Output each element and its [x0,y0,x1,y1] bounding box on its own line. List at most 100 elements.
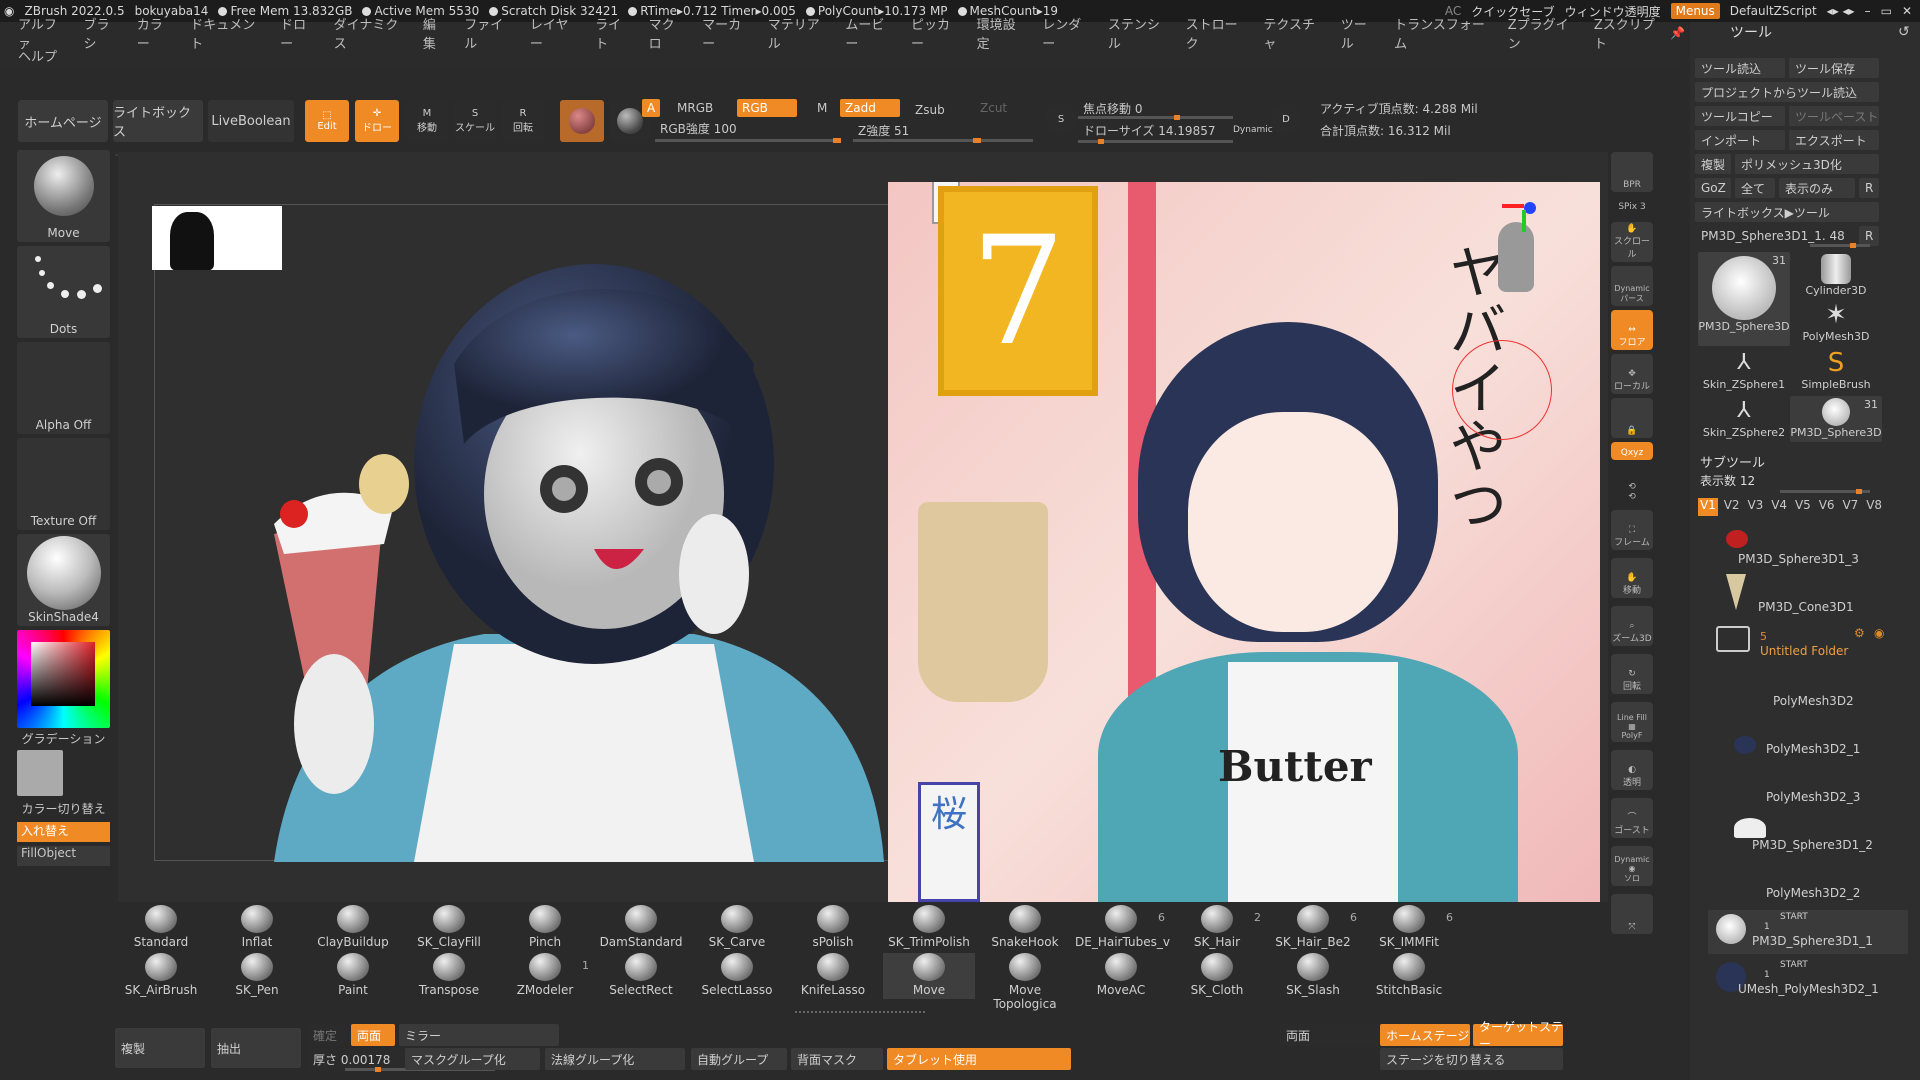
fillobject-button[interactable]: FillObject [17,846,110,866]
menu-item-6[interactable]: 編集 [423,14,447,52]
lightbox-button[interactable]: ライトボックス [113,100,203,142]
brush-sk-hair-be2[interactable]: SK_Hair_Be2 6 [1267,905,1359,951]
solo-button[interactable]: Dynamic ◉ ソロ [1611,846,1653,886]
menu-item-7[interactable]: ファイル [464,14,513,52]
rotate-small-icon[interactable]: ⟲ ⟲ [1611,466,1653,504]
menu-item-17[interactable]: ステンシル [1108,14,1169,52]
brush-sk-airbrush[interactable]: SK_AirBrush [115,953,207,999]
brush-standard[interactable]: Standard [115,905,207,951]
version-tab-v3[interactable]: V3 [1746,498,1766,516]
scroll-button[interactable]: ✋ スクロール [1611,222,1653,262]
brush-selectlasso[interactable]: SelectLasso [691,953,783,999]
brush-zmodeler[interactable]: ZModeler 1 [499,953,591,999]
version-tab-v4[interactable]: V4 [1769,498,1789,516]
export-button[interactable]: エクスポート [1789,130,1879,150]
menu-item-11[interactable]: マーカー [702,14,751,52]
liveboolean-button[interactable]: LiveBoolean [208,100,294,142]
brush-sk-cloth[interactable]: SK_Cloth [1171,953,1263,999]
rotate-view-button[interactable]: ↻ 回転 [1611,654,1653,694]
menus-button[interactable]: Menus [1670,3,1720,19]
subtool-item[interactable]: PM3D_Cone3D1 [1708,574,1908,622]
tool-thumb-3[interactable]: ⅄ Skin_ZSphere1 [1698,348,1790,394]
brush-sk-carve[interactable]: SK_Carve [691,905,783,951]
goz-r-button[interactable]: R [1859,178,1879,198]
brush-move[interactable]: Move [883,953,975,999]
menu-item-16[interactable]: レンダー [1042,14,1091,52]
default-zscript-button[interactable]: DefaultZScript [1730,4,1817,18]
edit-button[interactable]: ⬚ Edit [305,100,349,142]
normal-group-button[interactable]: 法線グループ化 [545,1048,685,1070]
import-button[interactable]: インポート [1695,130,1785,150]
draw-size-slider[interactable] [1078,139,1233,144]
menu-item-18[interactable]: ストローク [1186,14,1247,52]
brush-pinch[interactable]: Pinch [499,905,591,951]
material-sphere-icon[interactable] [560,100,604,142]
subtool-item[interactable]: PM3D_Sphere3D1_3 [1708,530,1908,574]
xpose-button[interactable]: ⤧ [1611,894,1653,934]
texture-thumbnail[interactable]: Texture Off [17,438,110,530]
bpr-button[interactable]: BPR [1611,152,1653,192]
brush-transpose[interactable]: Transpose [403,953,495,999]
orientation-gizmo[interactable] [1488,192,1548,302]
copy-tool-button[interactable]: ツールコピー [1695,106,1785,126]
homepage-button[interactable]: ホームページ [18,100,108,142]
eye-icon[interactable]: ◉ [1874,626,1884,640]
brush-snakehook[interactable]: SnakeHook [979,905,1071,951]
menu-item-20[interactable]: ツール [1341,14,1377,52]
menu-item-14[interactable]: ピッカー [911,14,960,52]
sculpt-model[interactable] [154,204,1009,862]
focal-s-icon[interactable]: S [1045,103,1077,135]
menu-help[interactable]: ヘルプ [18,46,57,65]
zoom3d-button[interactable]: ⌕ ズーム3D [1611,606,1653,646]
menu-item-8[interactable]: レイヤー [530,14,578,52]
tool-thumb-0[interactable]: PM3D_Sphere3D 31 [1698,252,1790,346]
goz-button[interactable]: GoZ [1695,178,1731,198]
refresh-icon[interactable]: ↺ [1898,24,1910,40]
tool-thumb-1[interactable]: Cylinder3D [1790,252,1882,298]
primary-color-swatch[interactable] [17,750,63,796]
brush-knifelasso[interactable]: KnifeLasso [787,953,879,999]
clone-subtool-button[interactable]: 複製 [115,1028,205,1068]
subtool-folder[interactable]: 5 Untitled Folder ⚙ ◉ [1708,626,1908,670]
subtool-item[interactable]: PolyMesh3D2_3 [1708,770,1908,814]
mrgb-button[interactable]: MRGB [672,99,718,117]
subtool-item[interactable]: START 1 UMesh_PolyMesh3D2_1 [1708,958,1908,1002]
target-stage-button[interactable]: ターゲットステー [1473,1020,1563,1051]
alpha-thumbnail[interactable]: Alpha Off [17,342,110,434]
menu-item-4[interactable]: ドロー [280,14,316,52]
zsub-button[interactable]: Zsub [910,101,950,119]
brush-moveac[interactable]: MoveAC [1075,953,1167,999]
ghost-button[interactable]: ⌒ ゴースト [1611,798,1653,838]
menu-item-23[interactable]: Zスクリプト [1594,14,1663,52]
tablet-button[interactable]: タブレット使用 [887,1048,1071,1070]
floor-button[interactable]: ⇔ フロア [1611,310,1653,350]
maximize-icon[interactable]: ▭ [1881,4,1892,18]
menu-item-12[interactable]: マテリアル [768,14,829,52]
subtool-item[interactable]: PolyMesh3D2 [1708,674,1908,718]
linefill-button[interactable]: Line Fill ▦ PolyF [1611,702,1653,742]
subtool-item-selected[interactable]: START 1 PM3D_Sphere3D1_1 [1708,910,1908,954]
brush-spolish[interactable]: sPolish [787,905,879,951]
draw-button[interactable]: ✛ ドロー [355,100,399,142]
back-mask-button[interactable]: 背面マスク [791,1048,883,1070]
home-stage-button[interactable]: ホームステージ [1380,1024,1470,1046]
color-picker-square[interactable] [31,642,95,706]
menu-item-19[interactable]: テクスチャ [1263,14,1323,52]
current-tool-label[interactable]: PM3D_Sphere3D1_1. 48 [1695,226,1855,246]
subtool-item[interactable]: PolyMesh3D2_1 [1708,722,1908,766]
brush-claybuildup[interactable]: ClayBuildup [307,905,399,951]
perspective-button[interactable]: Dynamic パース [1611,266,1653,306]
version-tab-v8[interactable]: V8 [1864,498,1884,516]
brush-sk-slash[interactable]: SK_Slash [1267,953,1359,999]
version-tab-v7[interactable]: V7 [1841,498,1861,516]
brush-sk-clayfill[interactable]: SK_ClayFill [403,905,495,951]
brush-sk-trimpolish[interactable]: SK_TrimPolish [883,905,975,951]
canvas-viewport[interactable]: 7 ヤバイやつ Butter 桜 [118,152,1608,902]
mirror-button[interactable]: ミラー [399,1024,559,1046]
xyz-button[interactable]: Qxyz [1611,442,1653,460]
m-button[interactable]: M [812,99,832,117]
subtool-item[interactable]: PM3D_Sphere3D1_2 [1708,818,1908,862]
switch-stage-button[interactable]: ステージを切り替える [1380,1048,1563,1070]
color-picker[interactable] [17,630,110,728]
gear-icon[interactable]: ⚙ [1854,626,1865,640]
